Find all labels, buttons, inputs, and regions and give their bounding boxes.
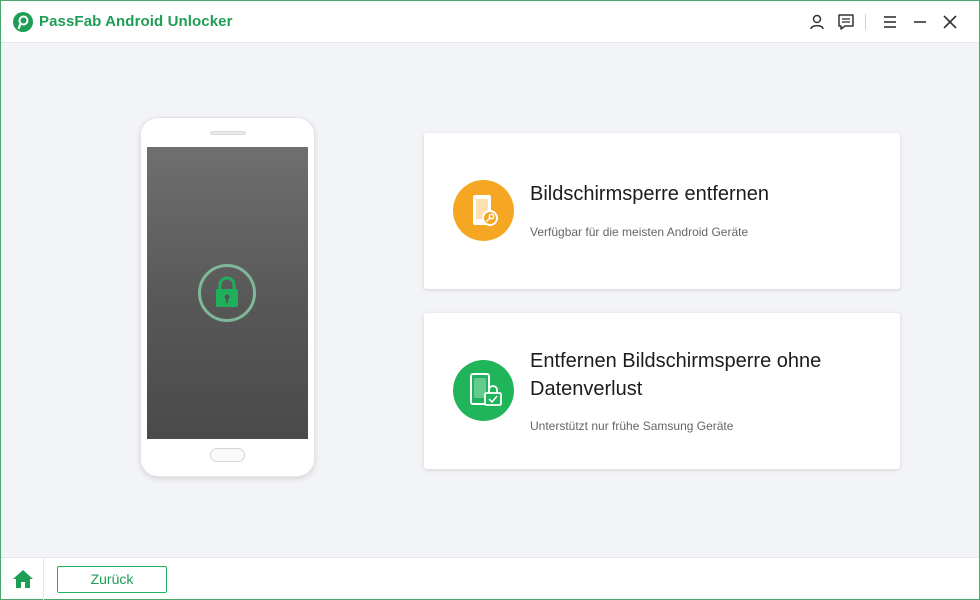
card-title: Bildschirmsperre entfernen [530,183,769,205]
passfab-logo-icon [13,12,33,32]
phone-speaker [210,131,246,135]
card-subtitle: Verfügbar für die meisten Android Geräte [530,225,749,239]
back-button[interactable]: Zurück [57,566,167,593]
footer-bar: Zurück [1,557,979,600]
app-title: PassFab Android Unlocker [39,13,233,30]
remove-lock-without-data-loss-card[interactable]: Entfernen Bildschirmsperre ohne Datenver… [424,313,900,469]
menu-icon[interactable] [881,13,899,31]
phone-illustration [140,117,315,477]
card-title: Entfernen Bildschirmsperre ohne Datenver… [530,350,822,400]
phone-home-button [210,448,245,462]
app-window: PassFab Android Unlocker Bildschirmsperr… [0,0,980,600]
minimize-icon[interactable] [911,13,929,31]
phone-lock-icon [453,360,514,421]
remove-screen-lock-card[interactable]: Bildschirmsperre entfernen Verfügbar für… [424,133,900,289]
lock-icon [216,276,238,307]
home-button[interactable] [1,558,44,600]
feedback-icon[interactable] [837,13,855,31]
user-icon[interactable] [808,13,826,31]
lock-ring [198,264,256,322]
phone-screen [147,147,308,439]
phone-key-icon [453,180,514,241]
card-subtitle: Unterstützt nur frühe Samsung Geräte [530,419,734,433]
home-icon [13,570,33,588]
close-icon[interactable] [941,13,959,31]
titlebar-separator [865,14,866,30]
title-bar: PassFab Android Unlocker [1,1,979,43]
